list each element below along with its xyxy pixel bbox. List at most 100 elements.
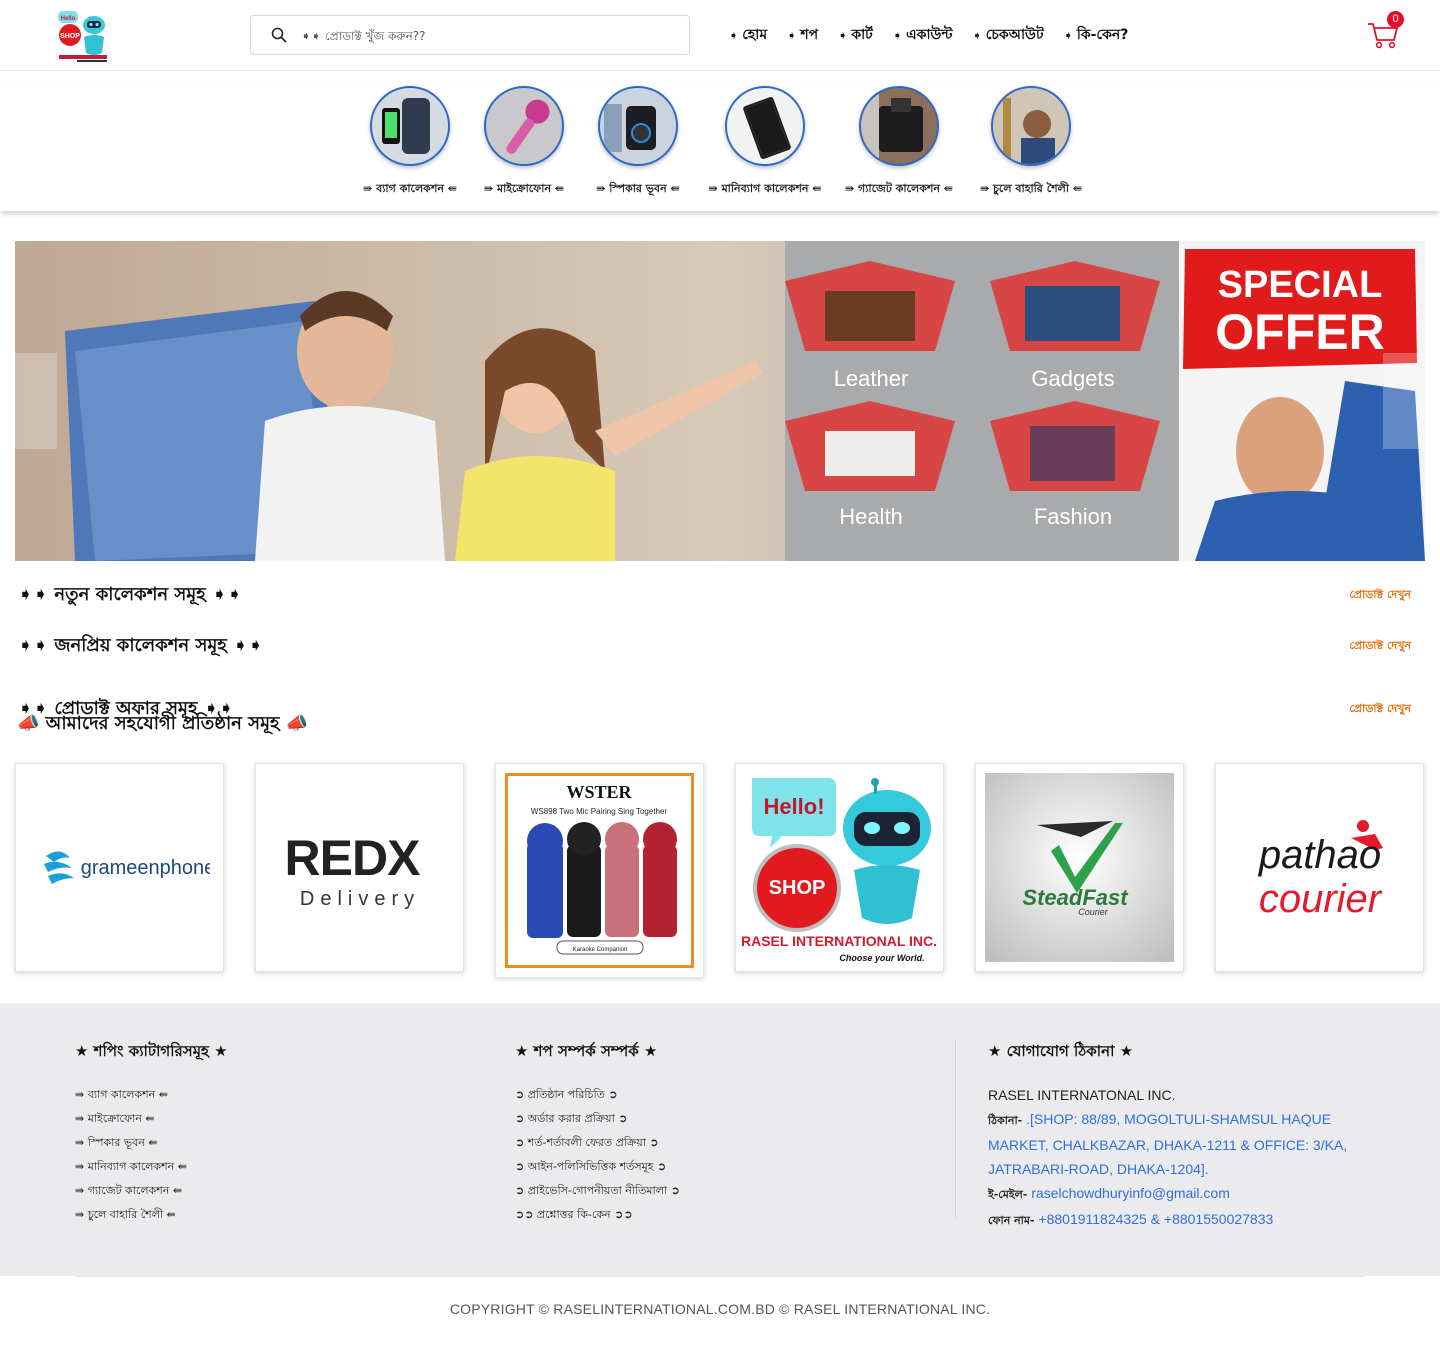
banner-prev-button[interactable]: [15, 353, 57, 449]
footer-link[interactable]: ➲ অর্ডার করার প্রক্রিয়া ➲: [515, 1107, 680, 1131]
footer-categories-column: ★ শপিং ক্যাটাগরিসমূহ ★ ⇛ ব্যাগ কালেকশন ⇚…: [75, 1040, 228, 1227]
category-image: [370, 86, 450, 166]
redx-text: REDX: [284, 830, 420, 886]
arrow-icon: ➧: [729, 28, 739, 42]
arrow-icon: ➧: [892, 28, 903, 42]
footer-link[interactable]: ➲ আইন-পলিসিভিত্তিক শর্তসমূহ ➲: [515, 1155, 680, 1179]
category-speaker[interactable]: ⇛ স্পিকার ভূবন ⇚: [588, 86, 688, 199]
nav-label: কার্ট: [851, 27, 873, 43]
banner-tile-leather: Leather: [834, 366, 909, 391]
category-wallet[interactable]: ⇛ মানিব্যাগ কালেকশন ⇚: [706, 86, 824, 199]
nav-label: একাউন্ট: [906, 27, 953, 43]
partner-card-pathao[interactable]: pathao courier: [1215, 763, 1424, 972]
banner-tile-fashion: Fashion: [1034, 504, 1112, 529]
search-box[interactable]: [250, 15, 690, 55]
hero-banner[interactable]: Leather Gadgets Health Fashion SPECIAL O…: [15, 241, 1425, 561]
partner-card-wster[interactable]: WSTER WS898 Two Mic Pairing Sing Togethe…: [495, 763, 704, 978]
partner-card-grameenphone[interactable]: grameenphone: [15, 763, 224, 972]
footer-email: ই-মেইল- raselchowdhuryinfo@gmail.com: [988, 1181, 1358, 1207]
phone-label: ফোন নাম-: [988, 1214, 1035, 1227]
category-gadgets[interactable]: ⇛ গ্যাজেট কালেকশন ⇚: [843, 86, 955, 199]
rasel-tagline-text: Choose your World.: [839, 953, 924, 963]
footer-link[interactable]: ⇛ মাইক্রোফোন ⇚: [75, 1107, 228, 1131]
email-link[interactable]: raselchowdhuryinfo@gmail.com: [1027, 1185, 1230, 1201]
phone-link[interactable]: +8801911824325 & +8801550027833: [1035, 1211, 1273, 1227]
pathao-courier-logo: pathao courier: [1257, 819, 1383, 921]
rasel-international-logo: Hello! SHOP RASEL INTERNATIONAL INC. Cho…: [742, 778, 937, 963]
footer-link[interactable]: ⇛ ব্যাগ কালেকশন ⇚: [75, 1083, 228, 1107]
rasel-company-text: RASEL INTERNATIONAL INC.: [742, 933, 937, 949]
nav-label: চেকআউট: [985, 27, 1044, 43]
hello-bubble-text: Hello!: [763, 794, 824, 819]
category-label: ⇛ চুলে বাহারি শৈলী ⇚: [979, 182, 1083, 195]
nav-checkout[interactable]: ➧ চেকআউট: [972, 24, 1043, 46]
footer-link[interactable]: ➲ প্রতিষ্ঠান পরিচিতি ➲: [515, 1083, 680, 1107]
footer-link[interactable]: ⇛ চুলে বাহারি শৈলী ⇚: [75, 1203, 228, 1227]
nav-label: কি-কেন?: [1076, 27, 1129, 43]
nav-faq[interactable]: ➧ কি-কেন?: [1064, 24, 1129, 46]
wster-product-image: WSTER WS898 Two Mic Pairing Sing Togethe…: [505, 773, 694, 968]
wster-subtitle: WS898 Two Mic Pairing Sing Together: [531, 807, 668, 816]
search-input[interactable]: [301, 24, 681, 48]
category-microphone[interactable]: ⇛ মাইক্রোফোন ⇚: [478, 86, 570, 199]
site-logo[interactable]: SHOP Hello: [57, 9, 109, 63]
footer-link[interactable]: ⇛ মানিব্যাগ কালেকশন ⇚: [75, 1155, 228, 1179]
partner-card-redx[interactable]: REDX Delivery: [255, 763, 464, 972]
redx-subtext: Delivery: [299, 888, 419, 910]
footer-link[interactable]: ⇛ গ্যাজেট কালেকশন ⇚: [75, 1179, 228, 1203]
search-icon[interactable]: [271, 27, 287, 43]
section-title-new: ➧➧ নতুন কালেকশন সমূহ ➧➧: [18, 584, 243, 605]
address-label: ঠিকানা-: [988, 1114, 1023, 1127]
footer-address: ঠিকানা- .[SHOP: 88/89, MOGOLTULI-SHAMSUL…: [988, 1107, 1358, 1181]
category-label: ⇛ ব্যাগ কালেকশন ⇚: [363, 182, 457, 195]
banner-next-button[interactable]: [1383, 353, 1425, 449]
partner-card-steadfast[interactable]: SteadFast Courier: [975, 763, 1184, 972]
footer-contact-title: ★ যোগাযোগ ঠিকানা ★: [988, 1042, 1134, 1060]
nav-shop[interactable]: ➧ শপ: [787, 24, 818, 46]
shop-circle-text: SHOP: [769, 877, 826, 899]
category-image: [484, 86, 564, 166]
banner-tile-health: Health: [839, 504, 903, 529]
pathao-text: pathao: [1257, 833, 1380, 877]
category-label: ⇛ মাইক্রোফোন ⇚: [483, 182, 565, 195]
footer-shop-info-column: ★ শপ সম্পর্ক সম্পর্ক ★ ➲ প্রতিষ্ঠান পরিচ…: [515, 1040, 680, 1227]
view-products-link-new[interactable]: প্রোডাক্ট দেখুন: [1349, 586, 1411, 605]
category-label: ⇛ স্পিকার ভূবন ⇚: [596, 182, 680, 195]
cart-count-badge: 0: [1387, 11, 1404, 28]
nav-home[interactable]: ➧ হোম: [729, 24, 767, 46]
arrow-icon: ➧: [838, 28, 848, 42]
hero-banner-image: Leather Gadgets Health Fashion SPECIAL O…: [15, 241, 1425, 561]
nav-label: শপ: [800, 27, 819, 43]
footer-link[interactable]: ➲ শর্ত-শর্তাবলী ফেরত প্রক্রিয়া ➲: [515, 1131, 680, 1155]
view-products-link-offers[interactable]: প্রোডাক্ট দেখুন: [1349, 700, 1411, 719]
footer-phone: ফোন নাম- +8801911824325 & +8801550027833: [988, 1207, 1358, 1233]
footer-link[interactable]: ➲ প্রাইভেসি-গোপনীয়তা নীতিমালা ➲: [515, 1179, 680, 1203]
address-value: .[SHOP: 88/89, MOGOLTULI-SHAMSUL HAQUE M…: [988, 1111, 1348, 1177]
partners-title: 📣 আমাদের সহযোগী প্রতিষ্ঠান সমূহ 📣: [17, 713, 309, 734]
steadfast-subtext: Courier: [1078, 907, 1109, 917]
category-image: [725, 86, 805, 166]
category-image: [991, 86, 1071, 166]
arrow-icon: ➧: [1063, 28, 1073, 42]
wster-caption: Karaoke Companion: [573, 947, 628, 953]
main-nav: ➧ হোম ➧ শপ ➧ কার্ট ➧ একাউন্ট ➧ চেকআউট ➧ কি-কেন…: [729, 24, 1128, 46]
category-label: ⇛ মানিব্যাগ কালেকশন ⇚: [708, 182, 822, 195]
footer-company-name: RASEL INTERNATONAL INC.: [988, 1087, 1176, 1103]
arrow-icon: ➧: [787, 28, 797, 42]
category-bags[interactable]: ⇛ ব্যাগ কালেকশন ⇚: [360, 86, 460, 199]
site-header: SHOP Hello ➧হোম ➧শপ ➧কার্ট ➧একাউন্ট ➧চেক…: [0, 0, 1440, 71]
steadfast-text: SteadFast: [1022, 885, 1129, 910]
copyright-text: COPYRIGHT © RASELINTERNATIONAL.COM.BD © …: [449, 1301, 991, 1317]
footer-link[interactable]: ⇛ স্পিকার ভূবন ⇚: [75, 1131, 228, 1155]
nav-cart[interactable]: ➧ কার্ট: [838, 24, 873, 46]
category-hair-styling[interactable]: ⇛ চুলে বাহারি শৈলী ⇚: [973, 86, 1089, 199]
nav-account[interactable]: ➧ একাউন্ট: [893, 24, 953, 46]
footer-shop-info-title: ★ শপ সম্পর্ক সম্পর্ক ★: [515, 1042, 658, 1060]
svg-text:Hello: Hello: [61, 16, 76, 22]
partner-card-rasel-international[interactable]: Hello! SHOP RASEL INTERNATIONAL INC. Cho…: [735, 763, 944, 972]
category-label: ⇛ গ্যাজেট কালেকশন ⇚: [844, 182, 954, 195]
grameenphone-text: grameenphone: [80, 857, 209, 879]
footer-link[interactable]: ➲➲ প্রশ্নোত্তর কি-কেন ➲➲: [515, 1203, 680, 1227]
nav-label: হোম: [742, 27, 768, 43]
view-products-link-popular[interactable]: প্রোডাক্ট দেখুন: [1349, 637, 1411, 656]
